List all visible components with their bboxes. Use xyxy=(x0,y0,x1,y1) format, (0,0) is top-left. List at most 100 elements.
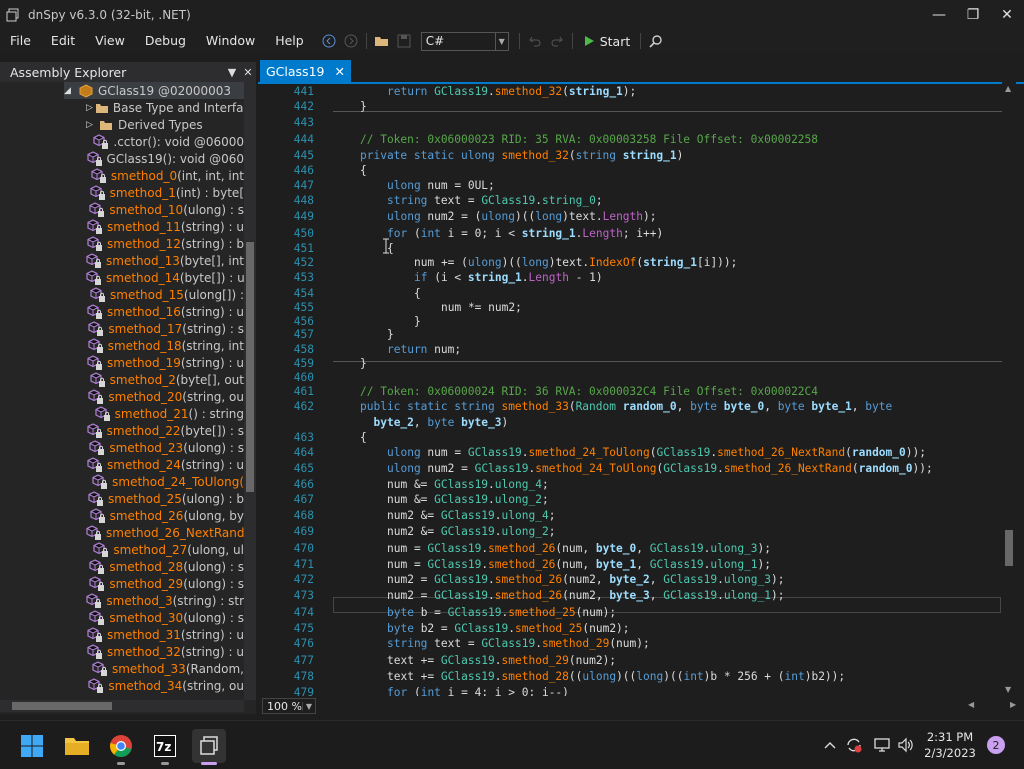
tree-method-item[interactable]: smethod_14 (byte[]) : u xyxy=(86,269,244,286)
search-button[interactable] xyxy=(646,31,666,51)
maximize-button[interactable]: ❐ xyxy=(956,0,990,30)
dnspy-taskbar-button[interactable] xyxy=(192,729,226,765)
tree-vertical-scrollbar[interactable] xyxy=(244,82,256,700)
tree-method-item[interactable]: smethod_3 (string) : str xyxy=(86,592,244,609)
code-token: , xyxy=(649,573,664,586)
tree-method-item[interactable]: GClass19() : void @060 xyxy=(86,150,244,167)
running-indicator xyxy=(117,762,125,765)
tree-method-item[interactable]: smethod_19 (string) : u xyxy=(86,354,244,371)
code-line: { xyxy=(360,430,367,446)
tree-method-item[interactable]: smethod_28 (ulong) : s xyxy=(86,558,244,575)
scroll-left-icon[interactable]: ◀ xyxy=(968,700,974,709)
tree-method-item[interactable]: smethod_16 (string) : u xyxy=(86,303,244,320)
tree-method-item[interactable]: smethod_15 (ulong[]) : xyxy=(86,286,244,303)
menu-debug[interactable]: Debug xyxy=(135,30,196,52)
close-icon[interactable]: ✕ xyxy=(240,66,256,79)
tab-gclass19[interactable]: GClass19 ✕ xyxy=(260,60,351,82)
tree-method-item[interactable]: smethod_27 (ulong, ul xyxy=(86,541,244,558)
scroll-down-icon[interactable]: ▼ xyxy=(1005,685,1011,694)
close-button[interactable]: ✕ xyxy=(990,0,1024,30)
tree-method-item[interactable]: smethod_24 (string) : u xyxy=(86,456,244,473)
expander-icon[interactable]: ◢ xyxy=(64,86,76,96)
code-token: random_0 xyxy=(622,400,677,413)
code-token: long xyxy=(535,210,563,223)
tree-item-name: smethod_29 xyxy=(109,576,184,591)
tree-method-item[interactable]: smethod_10 (ulong) : s xyxy=(86,201,244,218)
menu-view[interactable]: View xyxy=(85,30,135,52)
tree-method-item[interactable]: smethod_11 (string) : u xyxy=(86,218,244,235)
scroll-up-icon[interactable]: ▲ xyxy=(1005,84,1011,93)
tree-method-item[interactable]: smethod_29 (ulong) : s xyxy=(86,575,244,592)
volume-tray-button[interactable] xyxy=(896,733,916,757)
tree-item-signature: () : string xyxy=(188,406,244,421)
tree-method-item[interactable]: smethod_1 (int) : byte[ xyxy=(86,184,244,201)
expander-icon[interactable]: ▷ xyxy=(86,103,93,113)
undo-button[interactable] xyxy=(525,31,545,51)
minimize-button[interactable]: — xyxy=(922,0,956,30)
tree-method-item[interactable]: smethod_12 (string) : b xyxy=(86,235,244,252)
zoom-select[interactable]: 100 % ▼ xyxy=(262,698,316,714)
dropdown-icon[interactable]: ▼ xyxy=(224,66,240,79)
tree-folder-item[interactable]: ▷ Base Type and Interfac xyxy=(86,99,244,116)
tree-method-item[interactable]: smethod_0 (int, int, int xyxy=(86,167,244,184)
editor-vertical-scrollbar[interactable]: ▲ ▼ xyxy=(1002,82,1016,696)
file-explorer-taskbar-button[interactable] xyxy=(60,729,94,763)
redo-button[interactable] xyxy=(547,31,567,51)
sync-tray-button[interactable] xyxy=(844,733,864,757)
menu-window[interactable]: Window xyxy=(196,30,265,52)
code-token: ( xyxy=(562,85,569,98)
code-token: (num2, xyxy=(562,589,610,602)
tree-method-item[interactable]: smethod_23 (ulong) : s xyxy=(86,439,244,456)
expander-icon[interactable]: ▷ xyxy=(86,120,96,130)
tree-item-name: smethod_24 xyxy=(107,457,181,472)
language-select[interactable]: C# ▼ xyxy=(420,31,509,51)
back-button[interactable] xyxy=(319,31,339,51)
7zip-taskbar-button[interactable]: 7z xyxy=(148,729,182,765)
tree-method-item[interactable]: smethod_25 (ulong) : b xyxy=(86,490,244,507)
tree-method-item[interactable]: smethod_26_NextRand xyxy=(86,524,244,541)
tree-method-item[interactable]: smethod_2 (byte[], out xyxy=(86,371,244,388)
scroll-right-icon[interactable]: ▶ xyxy=(1010,700,1016,709)
tree-method-item[interactable]: .cctor() : void @06000 xyxy=(86,133,244,150)
tree-method-item[interactable]: smethod_24_ToUlong( xyxy=(86,473,244,490)
start-menu-button[interactable] xyxy=(15,729,49,763)
clock[interactable]: 2:31 PM 2/3/2023 xyxy=(920,729,980,761)
tree-method-item[interactable]: smethod_26 (ulong, by xyxy=(86,507,244,524)
menu-file[interactable]: File xyxy=(0,30,41,52)
tree-method-item[interactable]: smethod_13 (byte[], int xyxy=(86,252,244,269)
menu-help[interactable]: Help xyxy=(265,30,314,52)
show-hidden-icons-button[interactable] xyxy=(822,733,838,757)
save-button[interactable] xyxy=(394,31,414,51)
code-token: Length xyxy=(602,210,644,223)
notification-badge[interactable]: 2 xyxy=(987,736,1005,754)
code-token: )text. xyxy=(562,210,603,223)
tree-horizontal-scrollbar[interactable] xyxy=(0,700,244,712)
tree-method-item[interactable]: smethod_22 (byte[]) : s xyxy=(86,422,244,439)
tree-method-item[interactable]: smethod_17 (string) : s xyxy=(86,320,244,337)
tree-method-item[interactable]: smethod_31 (string) : u xyxy=(86,626,244,643)
code-token: byte_3 xyxy=(461,416,502,429)
code-token: ; i++) xyxy=(622,227,664,240)
scrollbar-thumb[interactable] xyxy=(12,702,112,710)
tree-method-item[interactable]: smethod_33 (Random, xyxy=(86,660,244,677)
tree-folder-item[interactable]: ▷ Derived Types xyxy=(86,116,244,133)
forward-button[interactable] xyxy=(341,31,361,51)
tree-method-item[interactable]: smethod_32 (string) : u xyxy=(86,643,244,660)
scrollbar-thumb[interactable] xyxy=(246,242,254,492)
network-tray-button[interactable] xyxy=(872,733,892,757)
close-icon[interactable]: ✕ xyxy=(334,64,344,79)
start-button[interactable]: Start xyxy=(577,34,637,49)
tree-class-item[interactable]: ◢ GClass19 @02000003 xyxy=(64,82,244,99)
tree-method-item[interactable]: smethod_34 (string, ou xyxy=(86,677,244,694)
method-icon xyxy=(89,575,105,592)
open-button[interactable] xyxy=(372,31,392,51)
tree-method-item[interactable]: smethod_21() : string xyxy=(86,405,244,422)
tree-method-item[interactable]: smethod_18 (string, int xyxy=(86,337,244,354)
menu-edit[interactable]: Edit xyxy=(41,30,85,52)
code-line: public static string smethod_33(Random r… xyxy=(360,399,892,415)
tree-method-item[interactable]: smethod_20 (string, ou xyxy=(86,388,244,405)
chrome-taskbar-button[interactable] xyxy=(104,729,138,765)
code-editor[interactable]: 441 442 443 444 445 446 447 448 449 450 451 452 453 4… xyxy=(258,84,1002,696)
tree-method-item[interactable]: smethod_30 (ulong) : s xyxy=(86,609,244,626)
scrollbar-thumb[interactable] xyxy=(1005,530,1013,566)
